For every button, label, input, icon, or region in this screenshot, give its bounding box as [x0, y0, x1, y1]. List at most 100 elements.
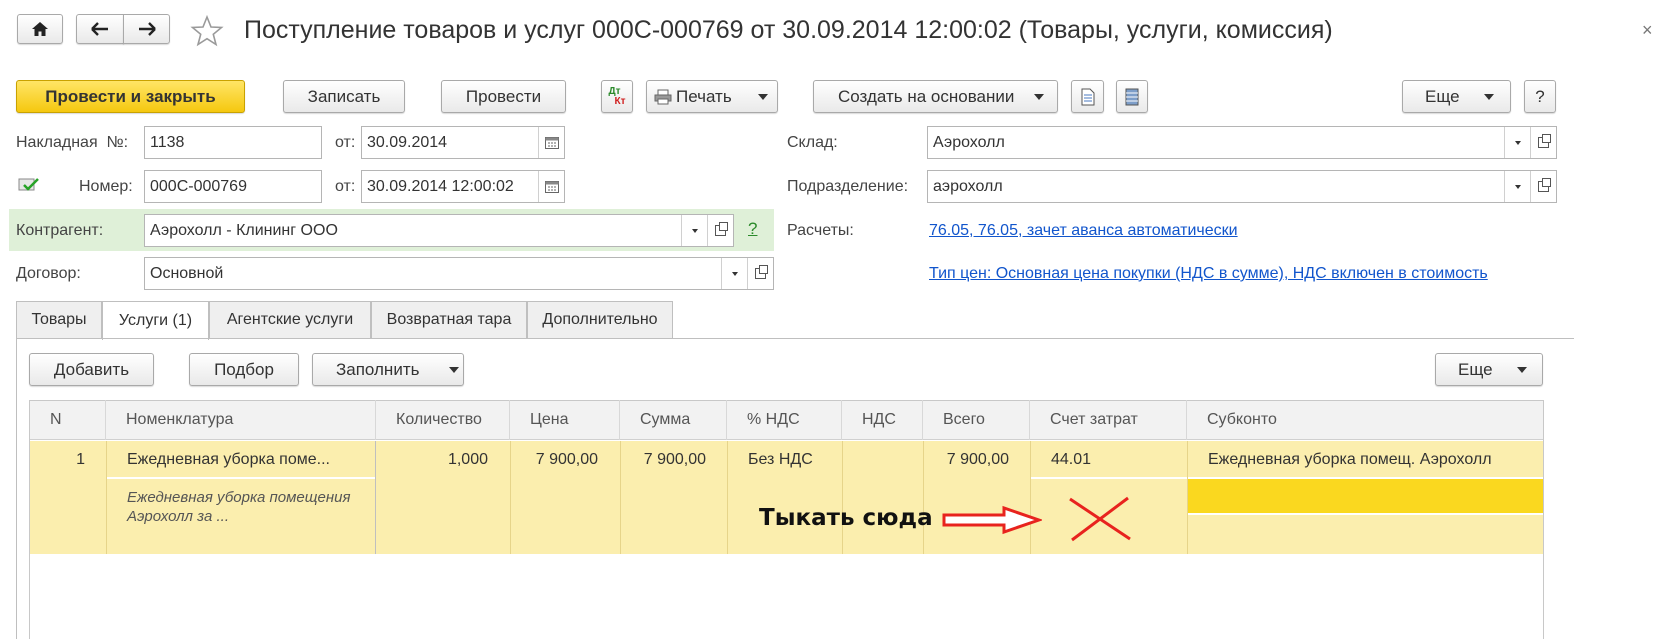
window-title: Поступление товаров и услуг 000С-000769 …: [244, 16, 1333, 44]
pick-button[interactable]: Подбор: [189, 353, 299, 386]
subconto-2-cell-active[interactable]: [1188, 479, 1543, 513]
column-header-price[interactable]: Цена: [510, 400, 620, 440]
counterparty-field[interactable]: Аэрохолл - Клининг ООО: [144, 214, 734, 247]
back-button[interactable]: [76, 14, 124, 44]
print-button[interactable]: Печать: [646, 80, 778, 113]
calendar-icon: [544, 180, 559, 193]
column-header-sum[interactable]: Сумма: [620, 400, 727, 440]
column-header-nomenclature[interactable]: Номенклатура: [106, 400, 376, 440]
counterparty-help-link[interactable]: ?: [748, 219, 757, 239]
price-cell[interactable]: 7 900,00: [510, 451, 598, 469]
subconto-cell[interactable]: Ежедневная уборка помещ. Аэрохолл: [1208, 451, 1492, 469]
column-divider: [842, 441, 843, 554]
tab-goods[interactable]: Товары: [16, 301, 102, 338]
more-label: Еще: [1425, 86, 1460, 106]
tab-label: Возвратная тара: [386, 311, 512, 328]
invoice-number-label: Накладная №:: [16, 134, 129, 151]
nomenclature-cell[interactable]: Ежедневная уборка поме...: [127, 451, 330, 469]
favorite-star-icon[interactable]: [190, 14, 224, 48]
column-header-vat[interactable]: НДС: [842, 400, 923, 440]
open-icon: [715, 222, 728, 236]
tab-services[interactable]: Услуги (1): [102, 301, 209, 340]
open-icon: [755, 265, 768, 279]
invoice-date-field[interactable]: 30.09.2014: [361, 126, 565, 159]
create-based-on-label: Создать на основании: [838, 86, 1015, 106]
close-icon[interactable]: ×: [1642, 20, 1653, 41]
printer-icon: [654, 89, 672, 104]
warehouse-open-button[interactable]: [1530, 127, 1556, 158]
tab-label: Агентские услуги: [226, 311, 354, 328]
warehouse-field[interactable]: Аэрохолл: [927, 126, 1557, 159]
price-type-link[interactable]: Тип цен: Основная цена покупки (НДС в су…: [929, 265, 1488, 283]
column-header-cost-account[interactable]: Счет затрат: [1030, 400, 1187, 440]
column-divider: [727, 441, 728, 554]
chevron-down-icon: [449, 366, 460, 373]
calendar-button[interactable]: [538, 127, 564, 158]
content-cell[interactable]: Ежедневная уборка помещения Аэрохолл за …: [127, 488, 357, 526]
vat-rate-cell[interactable]: Без НДС: [748, 451, 813, 469]
document-structure-button[interactable]: [1071, 80, 1104, 113]
counterparty-dropdown-button[interactable]: [681, 215, 707, 246]
department-open-button[interactable]: [1530, 171, 1556, 202]
settlements-link[interactable]: 76.05, 76.05, зачет аванса автоматически: [929, 222, 1238, 240]
contract-field[interactable]: Основной: [144, 257, 774, 290]
warehouse-dropdown-button[interactable]: [1504, 127, 1530, 158]
department-dropdown-button[interactable]: [1504, 171, 1530, 202]
counterparty-value: Аэрохолл - Клининг ООО: [150, 221, 338, 239]
fill-button[interactable]: Заполнить: [312, 353, 464, 386]
post-label: Провести: [465, 86, 542, 106]
number-date-field[interactable]: 30.09.2014 12:00:02: [361, 170, 565, 203]
department-field[interactable]: аэрохолл: [927, 170, 1557, 203]
post-and-close-button[interactable]: Провести и закрыть: [16, 80, 245, 113]
post-and-close-label: Провести и закрыть: [45, 86, 216, 106]
column-header-vat-rate[interactable]: % НДС: [727, 400, 842, 440]
fill-label: Заполнить: [336, 359, 420, 379]
invoice-date-value: 30.09.2014: [367, 133, 448, 151]
contract-open-button[interactable]: [747, 258, 773, 289]
table-more-button[interactable]: Еще: [1435, 353, 1543, 386]
chevron-down-icon: [1483, 93, 1494, 100]
calendar-icon: [544, 136, 559, 149]
cost-account-cell[interactable]: 44.01: [1051, 451, 1091, 469]
total-cell[interactable]: 7 900,00: [923, 451, 1009, 469]
open-icon: [1538, 134, 1551, 148]
home-button[interactable]: [17, 14, 63, 44]
calendar-button[interactable]: [538, 171, 564, 202]
number-date-from-label: от:: [335, 178, 356, 195]
contract-dropdown-button[interactable]: [721, 258, 747, 289]
chevron-down-icon: [757, 93, 768, 100]
document-icon: [1081, 88, 1094, 105]
quantity-cell[interactable]: 1,000: [376, 451, 488, 469]
dt-kt-button[interactable]: Дт Кт: [601, 80, 633, 113]
column-divider: [1030, 441, 1031, 554]
counterparty-label: Контрагент:: [16, 222, 104, 239]
tab-additional[interactable]: Дополнительно: [527, 301, 673, 338]
save-label: Записать: [307, 86, 381, 106]
settlements-label: Расчеты:: [787, 222, 854, 239]
subrow-divider: [107, 477, 375, 479]
column-header-quantity[interactable]: Количество: [376, 400, 510, 440]
list-button[interactable]: [1116, 80, 1148, 113]
invoice-number-field[interactable]: 1138: [144, 126, 322, 159]
counterparty-open-button[interactable]: [707, 215, 733, 246]
column-header-total[interactable]: Всего: [923, 400, 1030, 440]
sum-cell[interactable]: 7 900,00: [620, 451, 706, 469]
pick-label: Подбор: [214, 359, 274, 379]
invoice-number-value: 1138: [150, 133, 185, 151]
tab-agent-services[interactable]: Агентские услуги: [209, 301, 371, 338]
department-value: аэрохолл: [933, 177, 1003, 195]
number-field[interactable]: 000С-000769: [144, 170, 322, 203]
add-button[interactable]: Добавить: [29, 353, 154, 386]
more-button[interactable]: Еще: [1402, 80, 1511, 113]
column-header-n[interactable]: N: [30, 400, 106, 440]
forward-button[interactable]: [123, 14, 170, 44]
tab-label: Дополнительно: [542, 311, 658, 328]
column-header-subconto[interactable]: Субконто: [1187, 400, 1543, 440]
tab-returnable-packaging[interactable]: Возвратная тара: [371, 301, 527, 338]
create-based-on-button[interactable]: Создать на основании: [813, 80, 1058, 113]
subrow-divider: [1188, 513, 1543, 515]
dt-kt-icon: Дт Кт: [608, 85, 626, 107]
post-button[interactable]: Провести: [441, 80, 566, 113]
help-button[interactable]: ?: [1524, 80, 1556, 113]
save-button[interactable]: Записать: [283, 80, 405, 113]
